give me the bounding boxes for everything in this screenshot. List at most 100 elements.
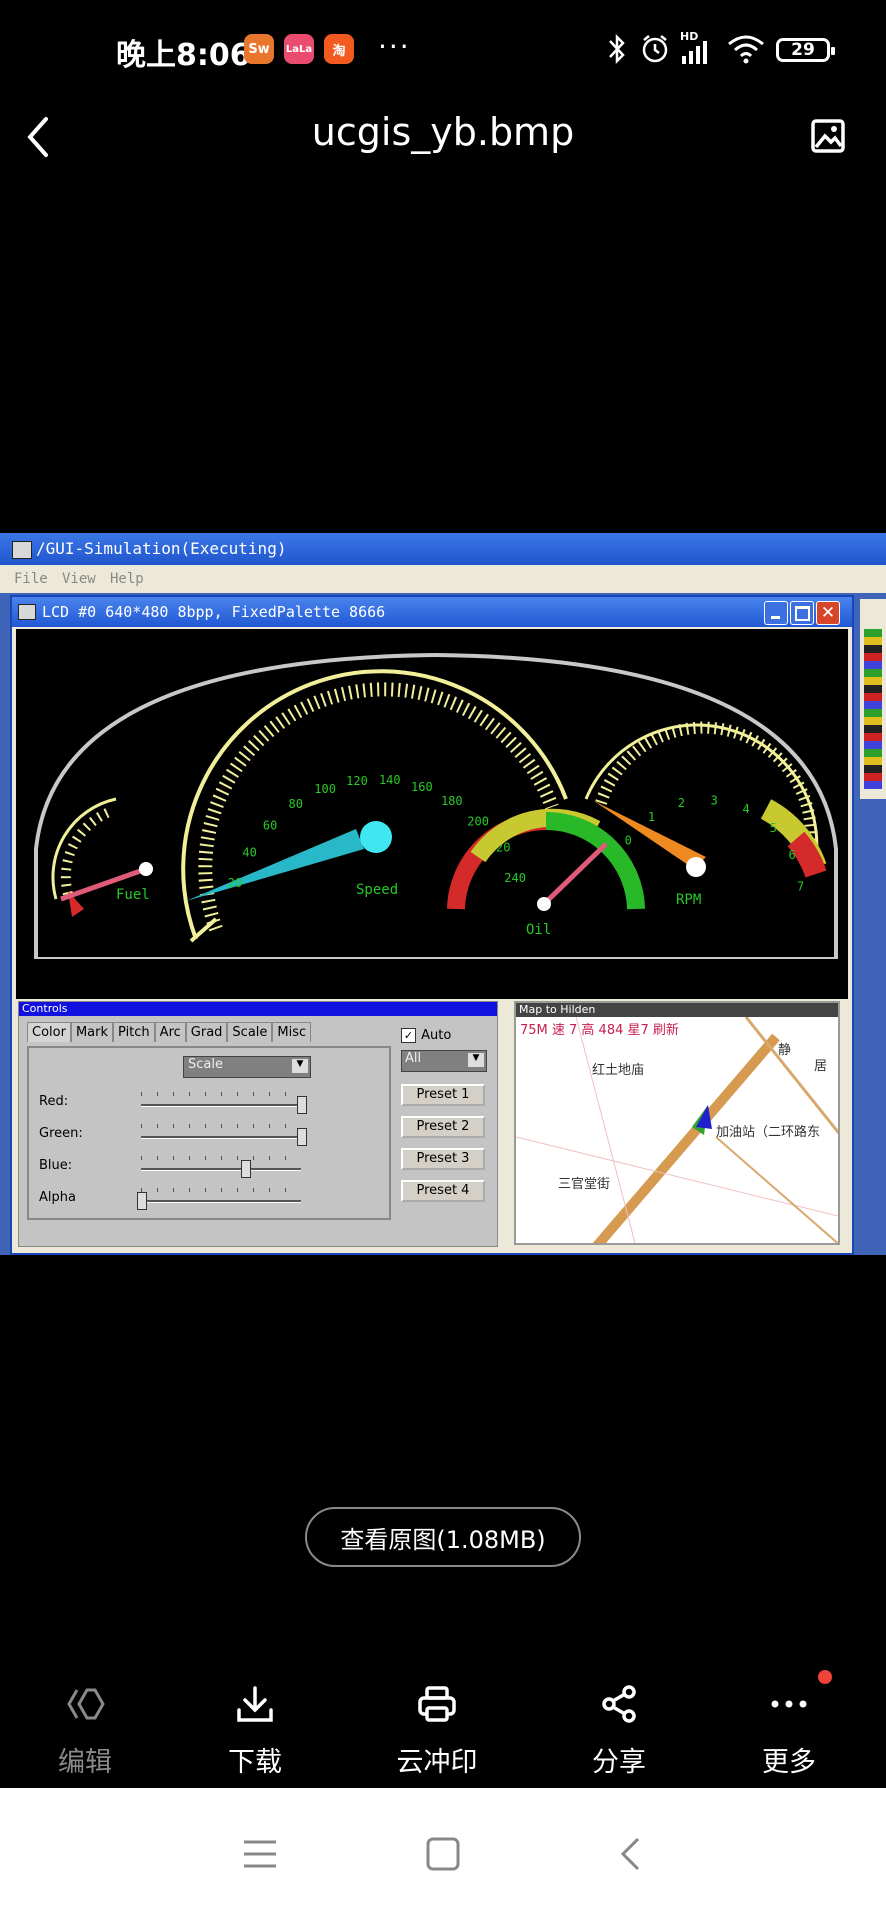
outer-window-titlebar: /GUI-Simulation(Executing) [0,533,886,565]
speed-tick-label: 40 [242,845,256,859]
rpm-tick-label: 4 [742,802,749,816]
back-nav-icon[interactable] [618,1836,642,1872]
slider-track[interactable] [141,1200,301,1203]
edit-icon [67,1688,105,1720]
slider-ticks [141,1092,301,1096]
image-gallery-icon[interactable] [810,118,846,154]
slider-label: Green: [39,1126,83,1141]
all-dropdown[interactable]: All ▼ [401,1050,487,1072]
lcd-window: LCD #0 640*480 8bpp, FixedPalette 8666 ✕… [10,595,854,1255]
lala-app-icon: LaLa [284,34,314,64]
maximize-icon [795,606,810,621]
share-icon [602,1685,636,1723]
controls-tabs: Color Mark Pitch Arc Grad Scale Misc [27,1022,325,1046]
map-panel[interactable]: Map to Hilden 75M 速 7 高 484 星7 刷新 红土地庙 加… [514,1001,840,1245]
file-title: ucgis_yb.bmp [311,110,575,154]
tab-mark[interactable]: Mark [70,1022,114,1042]
oil-label: Oil [526,922,551,938]
slider-thumb[interactable] [297,1128,307,1146]
notification-dot [818,1670,832,1684]
slider-label: Blue: [39,1158,73,1173]
tab-arc[interactable]: Arc [154,1022,186,1042]
map-title: Map to Hilden [516,1003,838,1017]
preset-3-button[interactable]: Preset 3 [401,1148,485,1170]
speed-label: Speed [356,882,398,898]
battery-indicator: 29 [776,38,835,62]
rpm-tick-label: 7 [797,880,804,894]
map-label: 居 [814,1059,828,1074]
outer-window-title: /GUI-Simulation(Executing) [36,539,287,558]
slider-thumb[interactable] [241,1160,251,1178]
preset-2-button[interactable]: Preset 2 [401,1116,485,1138]
slider-label: Alpha [39,1190,76,1205]
chevron-down-icon: ▼ [292,1059,308,1073]
tab-misc[interactable]: Misc [272,1022,312,1042]
tab-pitch[interactable]: Pitch [113,1022,155,1042]
controls-panel: Controls Color Mark Pitch Arc Grad Scale Misc … [18,1001,498,1247]
slider-thumb[interactable] [297,1096,307,1114]
controls-title: Controls [19,1002,497,1016]
slider-track[interactable] [141,1104,301,1107]
close-button[interactable]: ✕ [816,601,840,625]
status-time: 晚上8:06 [116,38,251,73]
rpm-tick-label: 0 [625,834,632,848]
map-label: 三官堂街 [558,1177,611,1192]
image-preview[interactable]: /GUI-Simulation(Executing) File View Hel… [0,533,886,1255]
slider-ticks [141,1156,301,1160]
speed-tick-label: 200 [467,815,489,829]
alarm-icon [642,35,668,63]
speed-tick-label: 160 [411,780,433,794]
slider-ticks [141,1124,301,1128]
rpm-tick-label: 3 [711,793,718,807]
palette-window [860,599,886,799]
checkmark-icon: ✓ [401,1028,416,1043]
viewer-header: ucgis_yb.bmp [0,100,886,200]
menu-help[interactable]: Help [110,571,144,587]
system-nav-bar [0,1788,886,1920]
lcd-window-icon [18,604,36,620]
menu-file[interactable]: File [14,571,48,587]
view-original-button[interactable]: 查看原图(1.08MB) [305,1507,581,1567]
speed-tick-label: 140 [379,773,401,787]
slider-label: Red: [39,1094,69,1109]
rpm-tick-label: 5 [770,821,777,835]
fuel-label: Fuel [116,887,150,903]
download-icon [237,1686,273,1722]
taobao-app-icon: 淘 [324,34,354,64]
lcd-window-title: LCD #0 640*480 8bpp, FixedPalette 8666 [42,603,386,621]
tab-content: Scale ▼ Red: Green: Blue: Alpha [27,1046,391,1220]
slider-thumb[interactable] [137,1192,147,1210]
minimize-button[interactable] [764,601,788,625]
rpm-tick-label: 1 [648,810,655,824]
tab-grad[interactable]: Grad [185,1022,228,1042]
bluetooth-icon [609,33,625,65]
slider-track[interactable] [141,1136,301,1139]
rpm-tick-label: 6 [788,848,795,862]
speed-tick-label: 20 [228,876,242,890]
preset-4-button[interactable]: Preset 4 [401,1180,485,1202]
chevron-down-icon: ▼ [468,1053,484,1067]
menu-icon[interactable] [242,1838,278,1870]
maximize-button[interactable] [790,601,814,625]
status-bar: 晚上8:06 Sw LaLa 淘 ··· HD 29 [0,0,886,100]
home-icon[interactable] [425,1836,461,1872]
menu-view[interactable]: View [62,571,96,587]
map-label: 加油站（二环路东 [716,1125,821,1140]
map-label: 静 [778,1043,792,1058]
scale-dropdown[interactable]: Scale ▼ [183,1056,311,1078]
speed-tick-label: 180 [441,794,463,808]
palette-swatches [864,629,882,789]
tab-color[interactable]: Color [27,1022,71,1042]
status-more-icon: ··· [378,30,411,63]
wifi-icon [728,35,764,64]
rpm-label: RPM [676,892,701,908]
print-icon [418,1686,456,1722]
speed-tick-label: 60 [263,819,277,833]
preset-1-button[interactable]: Preset 1 [401,1084,485,1106]
auto-checkbox[interactable]: ✓ Auto [401,1024,451,1043]
close-icon: ✕ [820,603,836,623]
slider-ticks [141,1188,301,1192]
slider-track[interactable] [141,1168,301,1171]
tab-scale[interactable]: Scale [227,1022,273,1042]
speed-tick-label: 100 [314,782,336,796]
